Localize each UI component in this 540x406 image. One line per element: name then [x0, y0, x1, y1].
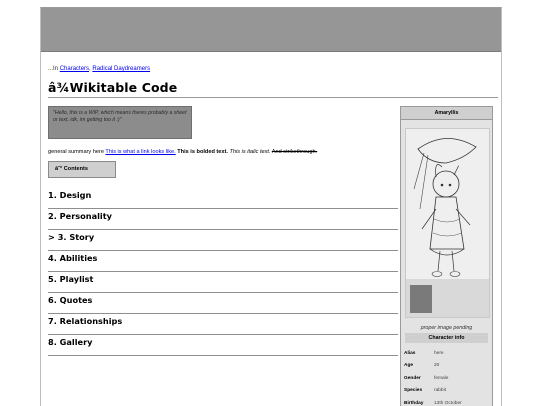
info-key: Alias [404, 350, 416, 356]
bold-text: This is bolded text. [177, 149, 228, 155]
section-gallery[interactable]: 8. Gallery [48, 335, 398, 356]
section-story[interactable]: > 3. Story [48, 230, 398, 251]
contents-toggle[interactable]: â˜° Contents [48, 161, 116, 178]
page-frame: ...In Characters, Radical Daydreamers â¾… [40, 7, 502, 406]
info-value: female [434, 375, 449, 381]
info-row-age: Age 20 [404, 360, 491, 373]
breadcrumb-separator: , [89, 66, 91, 72]
character-image [405, 128, 490, 318]
section-relationships[interactable]: 7. Relationships [48, 314, 398, 335]
info-row-species: Species rabbit [404, 385, 491, 398]
info-value: 13th October [434, 400, 462, 406]
info-row-alias: Alias here [404, 347, 491, 360]
section-list: 1. Design 2. Personality > 3. Story 4. A… [48, 188, 398, 356]
info-value: here [434, 350, 444, 356]
info-key: Species [404, 388, 423, 394]
page-title: â¾Wikitable Code [48, 80, 498, 98]
section-abilities[interactable]: 4. Abilities [48, 251, 398, 272]
summary-paragraph: general summary here This is what a link… [48, 149, 317, 155]
breadcrumb-link-radical-daydreamers[interactable]: Radical Daydreamers [92, 66, 150, 72]
wip-quote-box: "Hello, this is a WIP, which means there… [48, 106, 192, 139]
breadcrumb: ...In Characters, Radical Daydreamers [48, 66, 150, 72]
section-quotes[interactable]: 6. Quotes [48, 293, 398, 314]
example-link[interactable]: This is what a link looks like. [105, 149, 175, 155]
character-info-rows: Alias here Age 20 Gender female Species rabb… [404, 347, 491, 406]
italic-text: This is italic text. [229, 149, 271, 155]
section-personality[interactable]: 2. Personality [48, 209, 398, 230]
section-playlist[interactable]: 5. Playlist [48, 272, 398, 293]
info-value: rabbit [434, 388, 446, 394]
section-design[interactable]: 1. Design [48, 188, 398, 209]
strikethrough-text: And strikethrough. [271, 149, 318, 155]
info-key: Birthday [404, 400, 424, 406]
infobox-title: Amaryllis [401, 107, 492, 120]
character-sketch-icon [406, 129, 489, 317]
info-value: 20 [434, 363, 440, 369]
info-row-gender: Gender female [404, 372, 491, 385]
info-key: Gender [404, 375, 421, 381]
summary-lead: general summary here [48, 149, 104, 155]
breadcrumb-link-characters[interactable]: Characters [60, 66, 89, 72]
header-banner [41, 8, 501, 52]
character-infobox: Amaryllis proper image pending Character… [400, 106, 493, 406]
info-key: Age [404, 363, 414, 369]
breadcrumb-prefix: ...In [48, 66, 59, 72]
image-caption: proper image pending [420, 325, 473, 331]
character-info-heading: Character info [405, 333, 488, 343]
